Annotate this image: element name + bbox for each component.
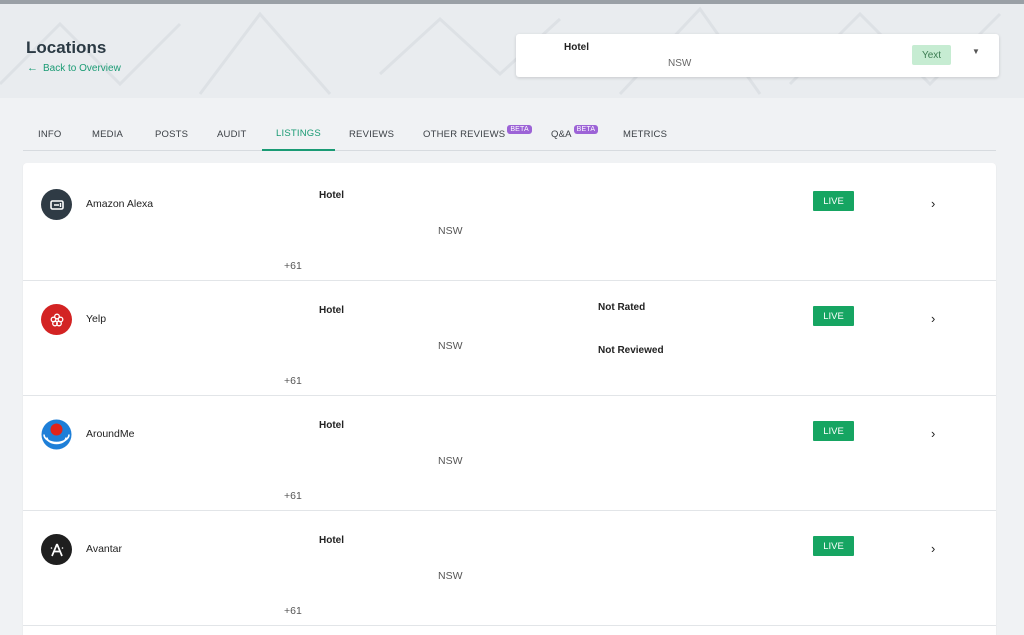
page-header: Locations ← Back to Overview Hotel NSW Y… [0, 0, 1024, 98]
listing-name: Hotel [319, 190, 344, 201]
yext-badge: Yext [912, 45, 951, 65]
listing-name: Hotel [319, 305, 344, 316]
listing-phone: +61 [284, 260, 302, 272]
tab-qa[interactable]: Q&A BETA [537, 118, 612, 151]
back-link-label: Back to Overview [43, 62, 121, 74]
tab-listings[interactable]: LISTINGS [262, 118, 335, 151]
tab-other-reviews[interactable]: OTHER REVIEWS BETA [409, 118, 546, 151]
tab-media[interactable]: MEDIA [78, 118, 137, 151]
listing-row[interactable]: Avantar Hotel NSW +61 LIVE › [23, 511, 996, 626]
listing-row[interactable]: Yelp Hotel NSW +61 Not Rated Not Reviewe… [23, 281, 996, 396]
location-region: NSW [668, 58, 692, 69]
publisher-name: Avantar [86, 543, 122, 555]
chevron-right-icon[interactable]: › [931, 196, 935, 211]
chevron-down-icon[interactable]: ▼ [972, 47, 980, 56]
tab-reviews[interactable]: REVIEWS [335, 118, 408, 151]
listing-phone: +61 [284, 490, 302, 502]
beta-badge: BETA [573, 125, 599, 134]
listing-state: NSW [438, 340, 463, 352]
location-selector[interactable]: Hotel NSW Yext ▼ [516, 34, 999, 77]
yelp-icon [41, 304, 72, 335]
listing-state: NSW [438, 455, 463, 467]
beta-badge: BETA [507, 125, 532, 134]
page-title: Locations [26, 38, 107, 57]
listing-phone: +61 [284, 375, 302, 387]
publisher-name: Yelp [86, 313, 107, 325]
listing-phone: +61 [284, 605, 302, 617]
publisher-name: Amazon Alexa [86, 198, 154, 210]
status-badge: LIVE [813, 421, 854, 441]
chevron-right-icon[interactable]: › [931, 311, 935, 326]
arrow-left-icon: ← [27, 62, 38, 74]
status-badge: LIVE [813, 191, 854, 211]
amazon-alexa-icon [41, 189, 72, 220]
avantar-icon [41, 534, 72, 565]
rating-text: Not Rated [598, 302, 646, 313]
listings-list: Amazon Alexa Hotel NSW +61 LIVE › Yelp H… [23, 163, 996, 635]
tab-audit[interactable]: AUDIT [203, 118, 261, 151]
listing-state: NSW [438, 570, 463, 582]
status-badge: LIVE [813, 536, 854, 556]
aroundme-icon [41, 419, 72, 450]
chevron-right-icon[interactable]: › [931, 426, 935, 441]
tab-posts[interactable]: POSTS [141, 118, 202, 151]
listing-name: Hotel [319, 420, 344, 431]
listing-row[interactable]: Amazon Alexa Hotel NSW +61 LIVE › [23, 166, 996, 281]
tab-metrics[interactable]: METRICS [609, 118, 681, 151]
location-name: Hotel [564, 42, 589, 53]
tab-info[interactable]: INFO [24, 118, 76, 151]
listing-state: NSW [438, 225, 463, 237]
tab-bar: INFO MEDIA POSTS AUDIT LISTINGS REVIEWS … [23, 118, 996, 151]
publisher-name: AroundMe [86, 428, 135, 440]
back-to-overview-link[interactable]: ← Back to Overview [27, 62, 121, 74]
listing-name: Hotel [319, 535, 344, 546]
status-badge: LIVE [813, 306, 854, 326]
listing-row[interactable]: AroundMe Hotel NSW +61 LIVE › [23, 396, 996, 511]
chevron-right-icon[interactable]: › [931, 541, 935, 556]
reviews-text: Not Reviewed [598, 345, 664, 356]
